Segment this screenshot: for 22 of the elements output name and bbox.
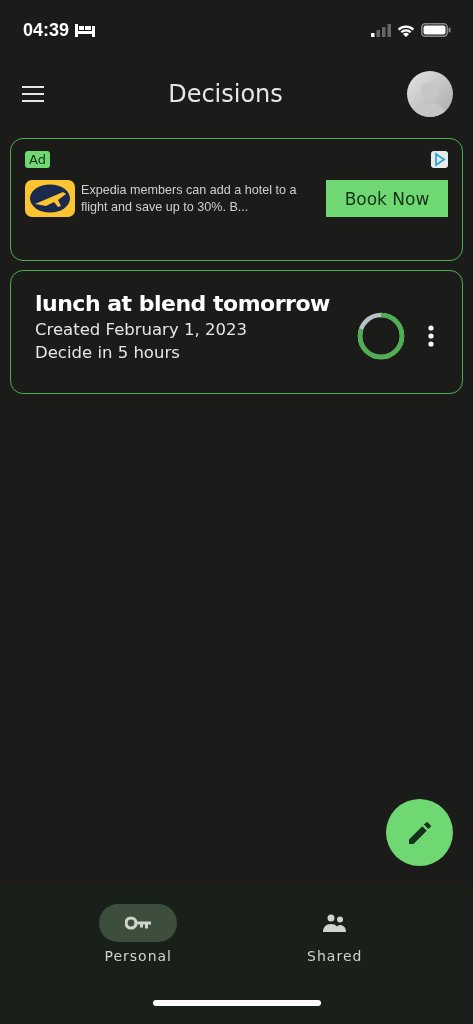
bed-icon (75, 23, 96, 37)
nav-tab[interactable]: Shared (295, 904, 374, 964)
pencil-icon (408, 821, 431, 844)
created-date: Created February 1, 2023 (35, 320, 248, 339)
airplane-logo-icon (25, 180, 75, 217)
progress-ring (356, 311, 406, 361)
signal-icon (371, 23, 391, 37)
page-title: Decisions (168, 80, 283, 108)
status-time: 04:39 (23, 19, 70, 41)
deadline-text: Decide in 5 hours (35, 343, 181, 362)
book-now-button[interactable]: Book Now (326, 180, 448, 217)
battery-icon (421, 23, 451, 37)
decision-title: lunch at blend tomorrow (35, 291, 331, 316)
people-icon (322, 914, 348, 932)
more-icon[interactable] (428, 325, 434, 347)
decision-card[interactable]: lunch at blend tomorrow Created February 1, 2023 Decide in 5 hours (10, 270, 463, 394)
ad-label: Ad (25, 151, 50, 168)
ad-text: Expedia members can add a hotel to a flight and save up to 30%. B... (81, 181, 298, 216)
avatar[interactable] (407, 71, 453, 117)
menu-icon[interactable] (22, 86, 44, 102)
wifi-icon (397, 23, 415, 37)
key-icon (125, 916, 152, 930)
